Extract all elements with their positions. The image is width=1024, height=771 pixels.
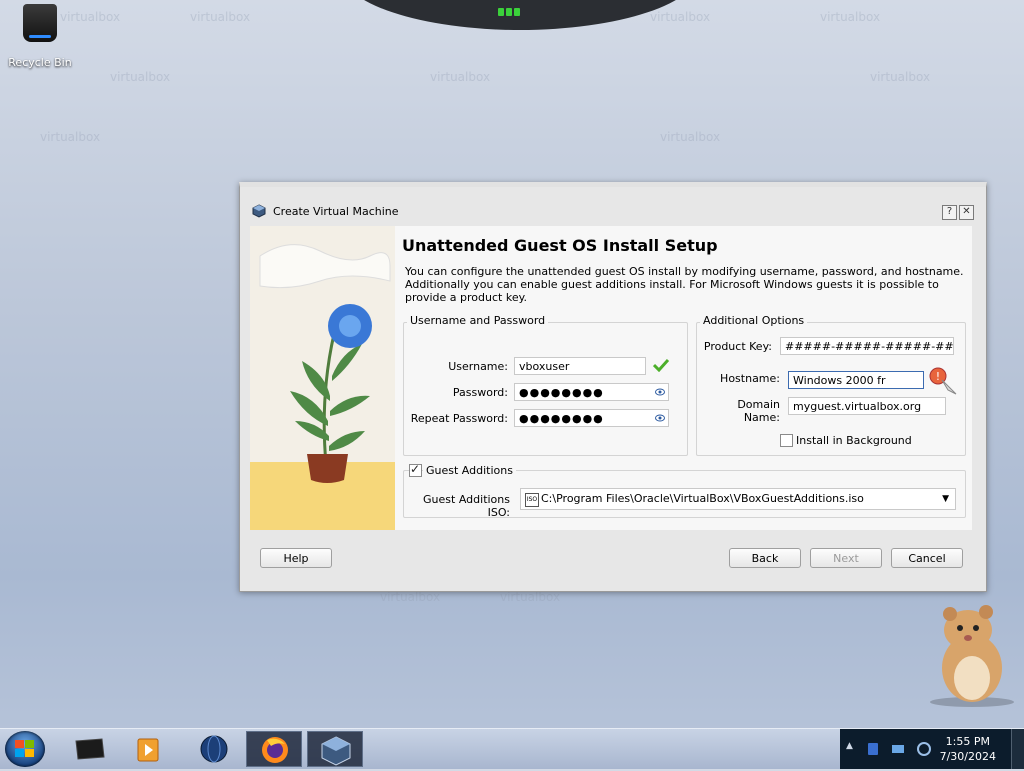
repeat-password-label: Repeat Password: (410, 412, 508, 425)
show-repeat-password-eye-icon[interactable] (655, 413, 665, 423)
iso-disc-icon: ISO (525, 493, 539, 507)
firefox-icon (262, 737, 288, 763)
virtualbox-taskbar-icon (321, 736, 351, 766)
hostname-label: Hostname: (720, 372, 780, 385)
tray-expand-icon[interactable]: ▲ (846, 741, 853, 751)
close-button[interactable]: ✕ (959, 205, 974, 220)
wizard-page: Unattended Guest OS Install Setup You ca… (250, 226, 972, 530)
show-password-eye-icon[interactable] (655, 387, 665, 397)
taskbar-media-player[interactable] (122, 731, 178, 767)
clock-date: 7/30/2024 (939, 750, 996, 763)
taskbar: ▲ 1:55 PM 7/30/2024 (0, 728, 1024, 769)
clock-time: 1:55 PM (945, 735, 990, 748)
recycle-bin-label: Recycle Bin (8, 56, 72, 69)
username-label: Username: (448, 360, 508, 373)
start-button[interactable] (5, 731, 45, 767)
repeat-password-value: ●●●●●●●● (519, 412, 604, 425)
username-group-title: Username and Password (407, 314, 549, 327)
guest-additions-iso-value: C:\Program Files\Oracle\VirtualBox\VBoxG… (541, 492, 864, 505)
hostname-warning-icon: ! (929, 367, 957, 395)
show-desktop-button[interactable] (1011, 729, 1024, 769)
taskbar-terminal[interactable] (62, 731, 118, 767)
page-heading: Unattended Guest OS Install Setup (402, 236, 718, 255)
guest-additions-iso-select[interactable]: ISO C:\Program Files\Oracle\VirtualBox\V… (520, 488, 956, 510)
install-background-label: Install in Background (796, 434, 912, 447)
next-button[interactable]: Next (810, 548, 882, 568)
password-field[interactable]: ●●●●●●●● (514, 383, 669, 401)
username-field[interactable]: vboxuser (514, 357, 646, 375)
flower-pot-image (250, 244, 395, 530)
help-titlebar-button[interactable]: ? (942, 205, 957, 220)
additional-options-title: Additional Options (700, 314, 808, 327)
taskbar-globe[interactable] (186, 731, 242, 767)
help-button[interactable]: Help (260, 548, 332, 568)
globe-icon (200, 735, 228, 763)
guest-additions-iso-label: Guest Additions ISO: (423, 493, 510, 519)
product-key-field[interactable]: #####-#####-#####-##### (780, 337, 954, 355)
password-value: ●●●●●●●● (519, 386, 604, 399)
svg-text:!: ! (936, 370, 940, 383)
install-background-checkbox[interactable] (780, 434, 793, 447)
back-button[interactable]: Back (729, 548, 801, 568)
product-key-label: Product Key: (703, 340, 772, 353)
wizard-illustration (250, 226, 395, 530)
media-player-icon (137, 738, 159, 762)
windows-logo-icon (15, 740, 34, 757)
domain-name-label: Domain Name: (737, 398, 780, 424)
tray-icons (868, 742, 931, 756)
system-tray: ▲ 1:55 PM 7/30/2024 (840, 729, 1024, 769)
hostname-field[interactable]: Windows 2000 fr (788, 371, 924, 389)
hamster-mascot-image (930, 605, 1014, 707)
domain-name-field[interactable]: myguest.virtualbox.org (788, 397, 946, 415)
taskbar-firefox[interactable] (246, 731, 302, 767)
recycle-bin-shortcut[interactable]: Recycle Bin (4, 4, 76, 69)
recycle-bin-icon (23, 4, 57, 42)
guest-additions-label: Guest Additions (423, 464, 516, 477)
password-label: Password: (452, 386, 508, 399)
terminal-icon (75, 738, 105, 760)
virtualbox-icon (252, 204, 266, 218)
clock[interactable]: 1:55 PM 7/30/2024 (940, 734, 996, 764)
guest-additions-checkbox[interactable] (409, 462, 422, 477)
page-description: You can configure the unattended guest O… (405, 265, 964, 304)
taskbar-virtualbox[interactable] (307, 731, 363, 767)
dialog-title: Create Virtual Machine (273, 205, 399, 218)
dialog-titlebar[interactable]: Create Virtual Machine ? ✕ (240, 201, 986, 223)
cancel-button[interactable]: Cancel (891, 548, 963, 568)
top-notch-decoration (340, 0, 700, 30)
create-vm-dialog: Create Virtual Machine ? ✕ Unattended Gu… (239, 182, 987, 592)
chevron-down-icon: ▼ (942, 494, 949, 504)
repeat-password-field[interactable]: ●●●●●●●● (514, 409, 669, 427)
valid-check-icon (653, 358, 669, 372)
